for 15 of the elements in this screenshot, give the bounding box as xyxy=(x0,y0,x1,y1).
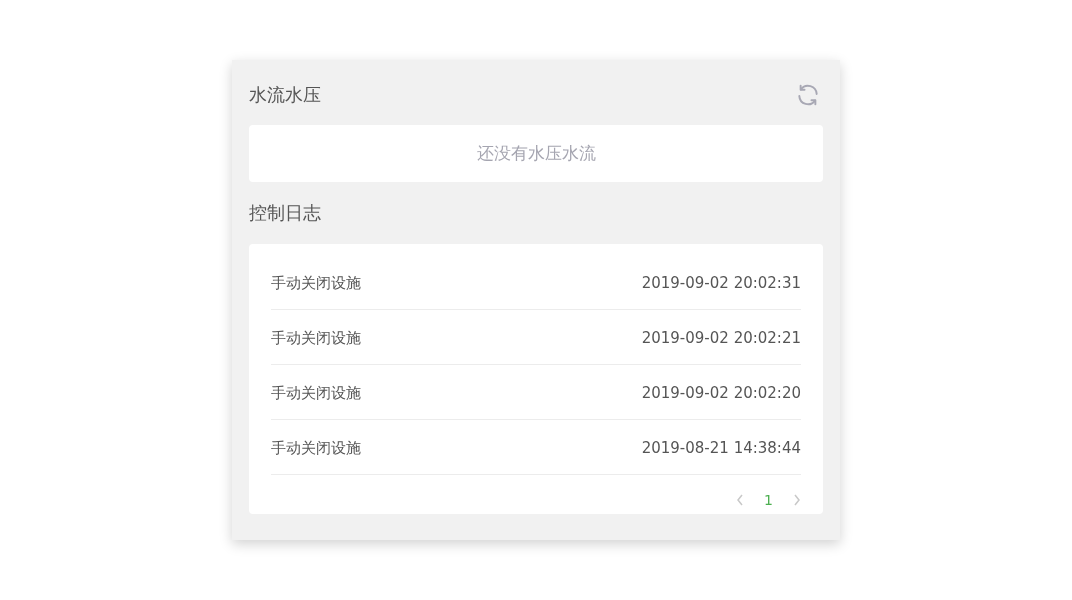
log-time: 2019-09-02 20:02:31 xyxy=(641,274,801,292)
log-action: 手动关闭设施 xyxy=(271,328,361,348)
empty-message: 还没有水压水流 xyxy=(476,142,596,165)
section-title: 水流水压 xyxy=(249,83,321,107)
log-time: 2019-08-21 14:38:44 xyxy=(641,439,801,457)
log-action: 手动关闭设施 xyxy=(271,438,361,458)
section-title: 控制日志 xyxy=(249,201,321,225)
log-time: 2019-09-02 20:02:20 xyxy=(641,384,801,402)
refresh-icon[interactable] xyxy=(795,82,821,108)
log-action: 手动关闭设施 xyxy=(271,273,361,293)
next-page-icon[interactable] xyxy=(793,494,801,506)
page-number[interactable]: 1 xyxy=(764,492,773,508)
previous-page-icon[interactable] xyxy=(736,494,745,506)
log-action: 手动关闭设施 xyxy=(271,383,361,403)
log-time: 2019-09-02 20:02:21 xyxy=(641,329,801,347)
